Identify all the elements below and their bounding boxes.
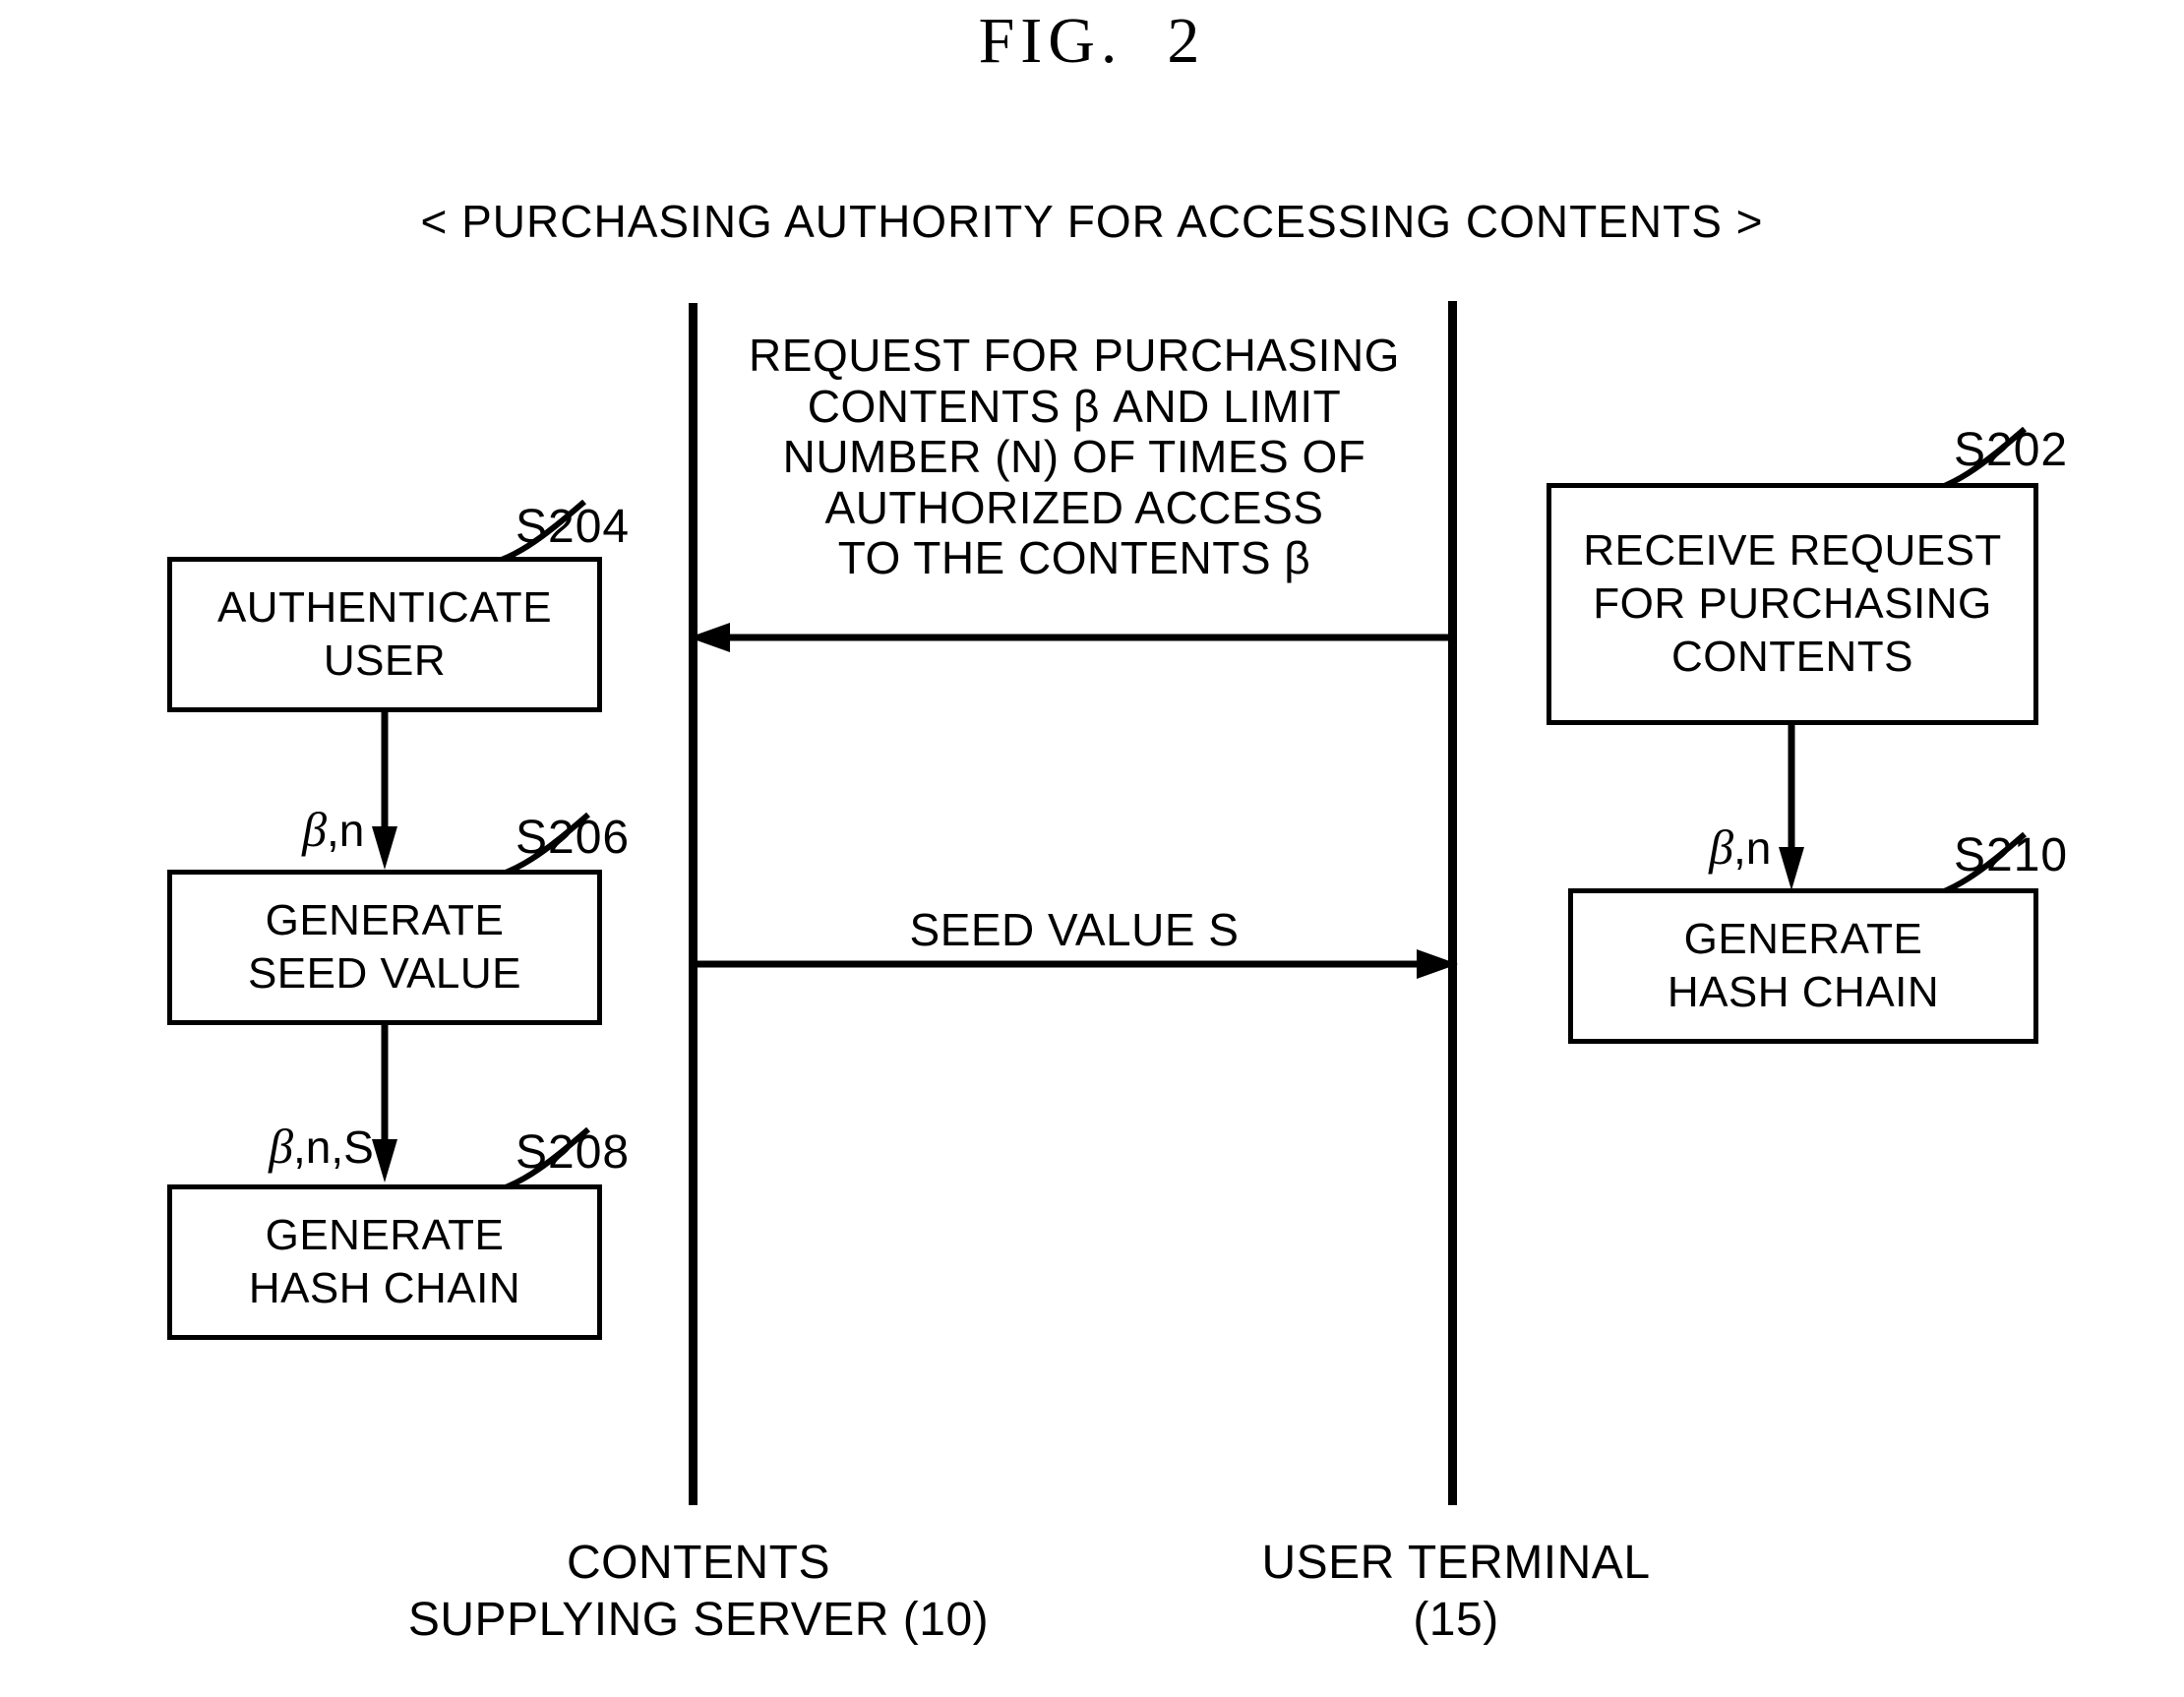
patent-figure: FIG. 2 < PURCHASING AUTHORITY FOR ACCESS… xyxy=(0,0,2184,1697)
step-box-s202-receive-request[interactable]: RECEIVE REQUEST FOR PURCHASING CONTENTS xyxy=(1547,483,2038,725)
step-box-s204-label: AUTHENTICATE USER xyxy=(216,583,553,685)
beta-symbol: β xyxy=(1709,819,1734,875)
connector-s204-to-s206 xyxy=(362,712,407,870)
step-box-s210-generate-hash-chain[interactable]: GENERATE HASH CHAIN xyxy=(1568,888,2038,1044)
step-box-s208-label: GENERATE HASH CHAIN xyxy=(248,1211,521,1312)
connector-s202-to-s210 xyxy=(1769,725,1814,890)
step-box-s210-label: GENERATE HASH CHAIN xyxy=(1667,915,1940,1016)
lifeline-contents-supplying-server xyxy=(689,303,698,1505)
step-box-s204-authenticate-user[interactable]: AUTHENTICATE USER xyxy=(167,557,602,712)
lifeline-user-terminal xyxy=(1448,301,1457,1505)
figure-title: FIG. 2 xyxy=(978,5,1206,77)
step-box-s206-label: GENERATE SEED VALUE xyxy=(247,896,522,998)
step-ref-s202: S202 xyxy=(1954,424,2069,476)
beta-symbol: β xyxy=(269,1119,294,1174)
actor-caption-contents-supplying-server: CONTENTS SUPPLYING SERVER (10) xyxy=(407,1537,990,1646)
beta-symbol: β xyxy=(302,802,328,857)
step-ref-s208: S208 xyxy=(516,1126,631,1179)
flow-label-rest: ,n xyxy=(1733,822,1772,874)
step-ref-s206: S206 xyxy=(516,812,631,864)
step-ref-s210: S210 xyxy=(1954,829,2069,881)
message-purchase-request-arrow xyxy=(689,616,1456,659)
figure-subtitle: < PURCHASING AUTHORITY FOR ACCESSING CON… xyxy=(420,196,1764,247)
message-purchase-request-text: REQUEST FOR PURCHASING CONTENTS β AND LI… xyxy=(749,330,1400,584)
flow-label-rest: ,n xyxy=(327,805,365,856)
actor-caption-user-terminal: USER TERMINAL (15) xyxy=(1261,1537,1651,1646)
step-box-s206-generate-seed-value[interactable]: GENERATE SEED VALUE xyxy=(167,870,602,1025)
message-seed-value-arrow xyxy=(689,942,1458,986)
step-box-s202-label: RECEIVE REQUEST FOR PURCHASING CONTENTS xyxy=(1583,526,2002,681)
step-ref-s204: S204 xyxy=(516,501,631,553)
flow-label-rest: ,n,S xyxy=(293,1121,374,1173)
step-box-s208-generate-hash-chain[interactable]: GENERATE HASH CHAIN xyxy=(167,1184,602,1340)
